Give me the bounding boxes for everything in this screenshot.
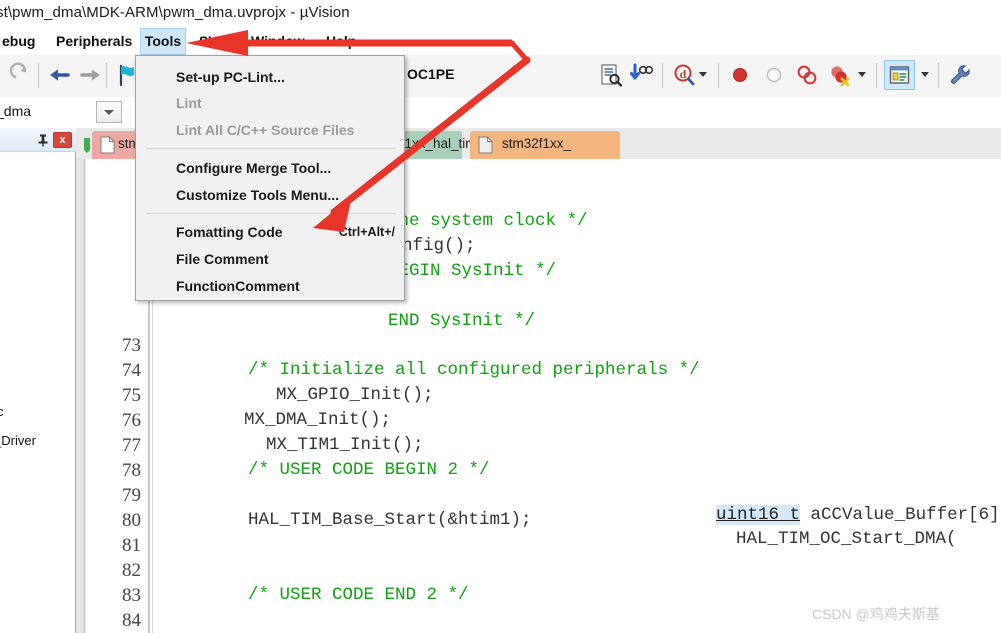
menu-bar: ebug Peripherals Tools SVCS Window Help xyxy=(0,28,1001,56)
menu-separator-1 xyxy=(146,148,396,149)
breakpoint-chevron-icon[interactable] xyxy=(858,72,866,77)
breakpoint-disable-icon[interactable] xyxy=(760,61,788,89)
title-bar: st\pwm_dma\MDK-ARM\pwm_dma.uvprojx - µVi… xyxy=(0,0,1001,28)
find-in-files-icon[interactable] xyxy=(626,61,654,89)
project-combo-value: _dma xyxy=(0,103,32,119)
project-tree[interactable]: c _Driver xyxy=(0,152,75,633)
svg-text:d: d xyxy=(680,67,687,81)
toolbar-divider xyxy=(38,63,39,88)
line-number-78: 78 xyxy=(122,460,141,481)
menu-item-formatting-code-shortcut: Ctrl+Alt+/ xyxy=(338,225,395,239)
code-line-78: /* USER CODE BEGIN 2 */ xyxy=(248,460,490,480)
file-icon-0 xyxy=(100,136,115,154)
toolbar-divider-5 xyxy=(876,63,877,88)
file-icon-3 xyxy=(478,136,493,154)
file-find-icon[interactable] xyxy=(596,61,624,89)
line-number-80: 80 xyxy=(122,510,141,531)
line-number-79: 79 xyxy=(122,485,141,506)
menu-item-formatting-code[interactable]: Fomatting Code Ctrl+Alt+/ xyxy=(137,220,405,244)
pin-icon[interactable] xyxy=(36,133,50,147)
code-line-74: /* Initialize all configured peripherals… xyxy=(248,360,700,380)
line-number-73: 73 xyxy=(122,335,141,356)
menu-item-formatting-code-label: Fomatting Code xyxy=(176,224,283,240)
line-number-75: 75 xyxy=(122,385,141,406)
menu-item-file-comment[interactable]: File Comment xyxy=(137,247,405,271)
editor-tab-3[interactable]: stm32f1xx_ xyxy=(470,131,620,159)
line-number-77: 77 xyxy=(122,435,141,456)
menu-window[interactable]: Window xyxy=(242,28,314,55)
breakpoint-insert-icon[interactable] xyxy=(726,61,754,89)
code-line-80-right: HAL_TIM_OC_Start_DMA( xyxy=(736,529,957,549)
project-panel-close-button[interactable]: x xyxy=(53,132,72,148)
menu-separator-2 xyxy=(146,213,396,214)
menu-tools[interactable]: Tools xyxy=(140,28,186,55)
back-icon[interactable] xyxy=(46,61,74,89)
tree-item-1[interactable]: _Driver xyxy=(0,433,36,448)
window-manage-chevron-icon[interactable] xyxy=(921,72,929,77)
toolbar-divider-4 xyxy=(718,63,719,88)
code-decl-rest: aCCValue_Buffer[6] = { xyxy=(810,505,1000,525)
menu-item-configure-merge[interactable]: Configure Merge Tool... xyxy=(137,156,405,180)
code-clipped-2: BEGIN SysInit */ xyxy=(388,261,557,281)
menu-svcs[interactable]: SVCS xyxy=(190,28,246,55)
project-panel-titlebar: x xyxy=(0,128,76,152)
redo-icon[interactable] xyxy=(6,61,34,89)
line-number-84: 84 xyxy=(122,610,141,631)
line-number-76: 76 xyxy=(122,410,141,431)
code-line-76: MX_DMA_Init(); xyxy=(244,410,392,430)
target-selector-value: OC1PE xyxy=(407,66,455,82)
code-line-80: HAL_TIM_Base_Start(&htim1); xyxy=(248,510,532,530)
watermark-text: CSDN @鸡鸡夫斯基 xyxy=(812,606,940,622)
toolbar-divider-2 xyxy=(106,63,107,88)
forward-icon[interactable] xyxy=(76,61,104,89)
breakpoint-disableall-icon[interactable] xyxy=(826,61,854,89)
code-line-75: MX_GPIO_Init(); xyxy=(276,385,434,405)
project-panel: x c _Driver xyxy=(0,128,76,633)
code-line-83: /* USER CODE END 2 */ xyxy=(248,585,469,605)
uvision-window: st\pwm_dma\MDK-ARM\pwm_dma.uvprojx - µVi… xyxy=(0,0,1001,633)
tools-dropdown-menu: Set-up PC-Lint... Lint Lint All C/C++ So… xyxy=(135,55,405,301)
menu-item-lint-all: Lint All C/C++ Source Files xyxy=(176,122,355,138)
project-combo-dropdown[interactable] xyxy=(96,101,122,123)
code-clipped-3: END SysInit */ xyxy=(388,311,536,331)
chevron-down-icon-2 xyxy=(104,110,114,115)
code-keyword-uint16t: uint16_t xyxy=(716,505,801,525)
menu-item-customize-tools[interactable]: Customize Tools Menu... xyxy=(137,183,405,207)
menu-item-lint: Lint xyxy=(176,95,202,111)
breakpoint-killall-icon[interactable] xyxy=(793,61,821,89)
editor-left-strip xyxy=(76,159,85,633)
toolbar-divider-6 xyxy=(938,63,939,88)
tab-scroll-left-icon[interactable] xyxy=(82,136,92,154)
line-number-82: 82 xyxy=(122,560,141,581)
menu-item-setup-pc-lint[interactable]: Set-up PC-Lint... xyxy=(137,65,405,89)
menu-item-function-comment[interactable]: FunctionComment xyxy=(137,274,405,298)
menu-help[interactable]: Help xyxy=(317,28,365,55)
menu-peripherals[interactable]: Peripherals xyxy=(47,28,141,55)
tree-item-0[interactable]: c xyxy=(0,404,4,419)
magnify-debug-icon[interactable]: d xyxy=(670,61,698,89)
line-number-81: 81 xyxy=(122,535,141,556)
configure-icon[interactable] xyxy=(946,61,974,89)
editor-tab-label-3: stm32f1xx_ xyxy=(502,136,572,151)
code-line-77: MX_TIM1_Init(); xyxy=(266,435,424,455)
code-clipped-0: the system clock */ xyxy=(388,211,588,231)
toolbar-divider-3 xyxy=(662,63,663,88)
magnify-debug-chevron-icon[interactable] xyxy=(699,72,707,77)
menu-debug[interactable]: ebug xyxy=(0,28,44,55)
line-number-83: 83 xyxy=(122,585,141,606)
window-title: st\pwm_dma\MDK-ARM\pwm_dma.uvprojx - µVi… xyxy=(0,4,350,21)
window-manage-icon[interactable] xyxy=(884,60,915,90)
line-number-74: 74 xyxy=(122,360,141,381)
